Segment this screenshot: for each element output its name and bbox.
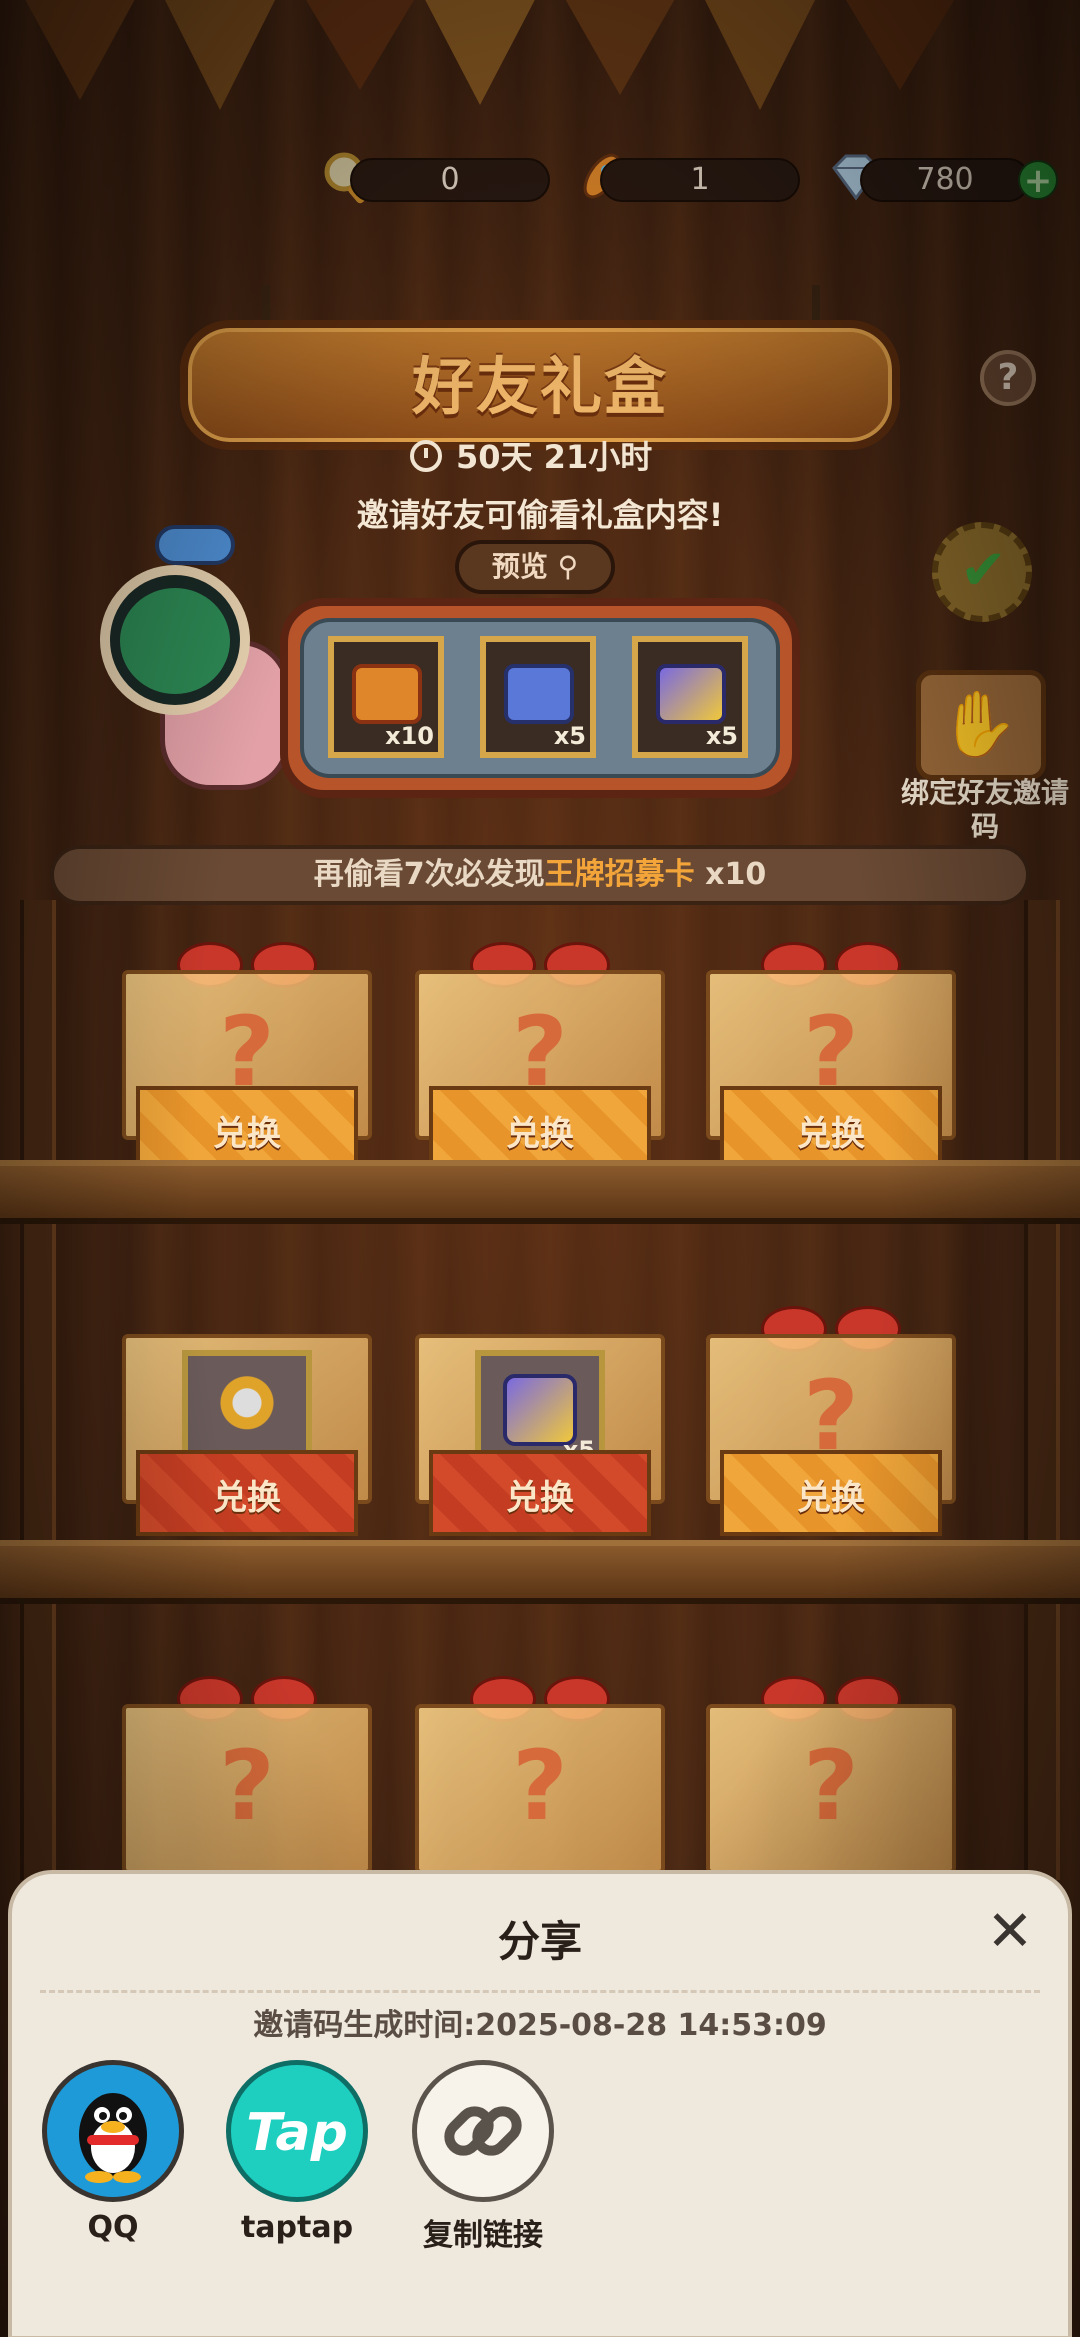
rocket-count: 1 — [600, 158, 800, 202]
hint-highlight: 王牌招募卡 — [544, 857, 695, 892]
slot-count: x10 — [385, 722, 434, 750]
slot-count: x5 — [705, 722, 738, 750]
slot-count: x5 — [553, 722, 586, 750]
gift-box[interactable]: ? 兑换 — [122, 936, 372, 1176]
preview-slot[interactable]: x5 — [632, 636, 748, 758]
share-qq-label: QQ — [87, 2210, 139, 2245]
handshake-icon: ✋ — [939, 688, 1019, 762]
bind-invite-label[interactable]: 绑定好友邀请码 — [890, 776, 1080, 844]
link-icon — [412, 2060, 554, 2202]
countdown: 50天 21小时 — [410, 432, 652, 478]
game-screen: 0 1 780 + 好友礼盒 ? 50天 21小时 邀请好友可偷看礼盒内容! 预… — [0, 0, 1080, 2337]
redeem-button[interactable]: 兑换 — [720, 1106, 942, 1155]
shelf-post — [1024, 900, 1060, 1880]
gift-box-revealed[interactable]: 兑换 — [122, 1300, 372, 1540]
bunting-decoration — [0, 0, 1080, 180]
share-title: 分享 — [497, 1917, 582, 1966]
ring-icon — [210, 1374, 284, 1446]
copy-link-button[interactable]: 复制链接 — [408, 2060, 558, 2260]
redeem-button[interactable]: 兑换 — [720, 1470, 942, 1519]
taptap-icon: Tap — [226, 2060, 368, 2202]
task-badge-icon[interactable] — [932, 522, 1032, 622]
gift-box[interactable]: ? 兑换 — [706, 1300, 956, 1540]
clock-icon — [410, 440, 442, 472]
question-mark-icon: ? — [803, 1730, 859, 1842]
preview-slot[interactable]: x5 — [480, 636, 596, 758]
gift-box[interactable]: ? 兑换 — [706, 936, 956, 1176]
taptap-logo-text: Tap — [246, 2103, 348, 2163]
invite-code-time: 邀请码生成时间:2025-08-28 14:53:09 — [253, 2008, 827, 2043]
share-taptap-button[interactable]: Tap taptap — [222, 2060, 372, 2260]
copy-link-label: 复制链接 — [423, 2218, 543, 2253]
help-button[interactable]: ? — [980, 350, 1036, 406]
share-qq-button[interactable]: QQ — [38, 2060, 188, 2260]
shelf-post — [20, 900, 56, 1880]
magnifier-count: 0 — [350, 158, 550, 202]
shelf — [0, 1540, 1080, 1604]
hint-bar: 再偷看7次必发现王牌招募卡 x10 — [50, 845, 1030, 905]
question-mark-icon: ? — [512, 1730, 568, 1842]
blue-ticket-icon — [504, 664, 574, 724]
add-diamond-button[interactable]: + — [1018, 160, 1058, 200]
hint-prefix: 再偷看7次必发现 — [313, 857, 545, 892]
bow-icon — [155, 525, 235, 565]
diamond-count: 780 — [860, 158, 1030, 202]
redeem-button[interactable]: 兑换 — [429, 1470, 651, 1519]
countdown-text: 50天 21小时 — [456, 438, 653, 476]
divider — [40, 1990, 1040, 1993]
ticket-icon — [352, 664, 422, 724]
shelf — [0, 1160, 1080, 1224]
search-icon: ⚲ — [557, 550, 579, 583]
qq-penguin-icon — [42, 2060, 184, 2202]
gift-box-revealed[interactable]: x5 兑换 — [415, 1300, 665, 1540]
page-title: 好友礼盒 — [411, 350, 668, 423]
share-taptap-label: taptap — [240, 2210, 354, 2245]
preview-button[interactable]: 预览 ⚲ — [455, 540, 615, 594]
gift-box[interactable]: ? 兑换 — [415, 936, 665, 1176]
preview-label: 预览 — [491, 550, 548, 583]
redeem-button[interactable]: 兑换 — [429, 1106, 651, 1155]
redeem-button[interactable]: 兑换 — [136, 1470, 358, 1519]
question-mark-icon: ? — [219, 1730, 275, 1842]
bind-invite-button[interactable]: ✋ — [916, 670, 1046, 780]
hint-suffix: x10 — [694, 857, 767, 892]
cube-icon — [656, 664, 726, 724]
preview-slot[interactable]: x10 — [328, 636, 444, 758]
astronaut-face — [120, 588, 230, 694]
close-icon[interactable]: ✕ — [980, 1904, 1040, 1964]
redeem-button[interactable]: 兑换 — [136, 1106, 358, 1155]
